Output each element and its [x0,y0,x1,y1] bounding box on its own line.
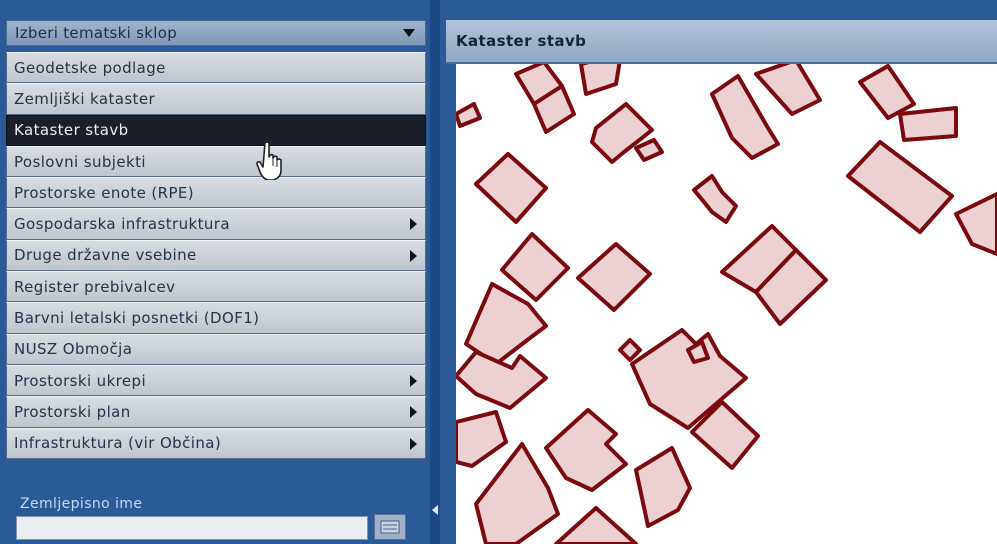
building [474,442,560,544]
building [500,232,570,302]
search-icon [380,520,400,534]
submenu-arrow-icon [410,249,417,262]
menu-item-label: Barvni letalski posnetki (DOF1) [14,309,260,328]
menu-item-label: Infrastruktura (vir Občina) [14,434,222,453]
search-button[interactable] [374,514,406,540]
menu-item[interactable]: Prostorski ukrepi [6,364,426,397]
submenu-arrow-icon [410,218,417,231]
menu-item[interactable]: Register prebivalcev [6,271,426,303]
map-buildings-layer [456,64,997,544]
menu-item-label: NUSZ Območja [14,340,133,359]
menu-item-label: Kataster stavb [14,121,129,140]
menu-item-label: Prostorski plan [14,402,131,421]
theme-dropdown-label: Izberi tematski sklop [15,24,178,42]
menu-item[interactable]: NUSZ Območja [6,333,426,365]
menu-item[interactable]: Barvni letalski posnetki (DOF1) [6,302,426,334]
building [692,174,738,224]
submenu-arrow-icon [410,437,417,450]
menu-item-label: Prostorske enote (RPE) [14,183,195,202]
menu-item-label: Gospodarska infrastruktura [14,215,230,234]
building [456,102,482,128]
building [554,506,638,544]
menu-item[interactable]: Prostorske enote (RPE) [6,177,426,209]
menu-item[interactable]: Prostorski plan [6,396,426,428]
menu-item-label: Register prebivalcev [14,277,176,296]
building [456,410,508,468]
left-panel: Izberi tematski sklop Geodetske podlage Z… [0,0,438,544]
building [618,338,642,362]
menu-item[interactable]: Poslovni subjekti [6,145,426,178]
menu-item[interactable]: Druge državne vsebine [6,239,426,272]
map-canvas[interactable] [456,64,997,544]
menu-item[interactable]: Geodetske podlage [6,52,426,84]
map-title: Kataster stavb [456,32,587,50]
map-title-bar: Kataster stavb [446,20,997,64]
menu-item[interactable]: Gospodarska infrastruktura [6,208,426,240]
building [634,446,692,528]
menu-item-label: Zemljiški kataster [14,89,156,108]
search-label: Zemljepisno ime [20,496,143,512]
menu-item-label: Geodetske podlage [14,58,166,77]
dropdown-arrow-icon[interactable] [403,29,415,37]
building [846,140,954,234]
theme-menu: Geodetske podlage Zemljiški kataster Katas… [6,52,426,459]
building [954,192,997,256]
menu-item[interactable]: Kataster stavb [6,114,426,146]
menu-item-label: Poslovni subjekti [14,152,146,171]
menu-item[interactable]: Infrastruktura (vir Občina) [6,427,426,459]
menu-item-label: Prostorski ukrepi [14,371,147,390]
building [576,242,652,312]
building [634,138,664,162]
menu-item[interactable]: Zemljiški kataster [6,83,426,115]
submenu-arrow-icon [410,374,417,387]
hand-cursor-icon [256,141,282,180]
search-input[interactable] [16,516,368,540]
building [474,152,548,224]
theme-dropdown[interactable]: Izberi tematski sklop [6,20,426,46]
building [898,106,958,142]
building [544,408,628,492]
building [754,64,822,116]
building [579,64,622,96]
building [858,64,916,120]
submenu-arrow-icon [410,406,417,419]
collapse-panel-icon[interactable] [432,505,438,515]
menu-item-label: Druge državne vsebine [14,246,197,265]
map-panel: Kataster stavb [440,0,997,544]
